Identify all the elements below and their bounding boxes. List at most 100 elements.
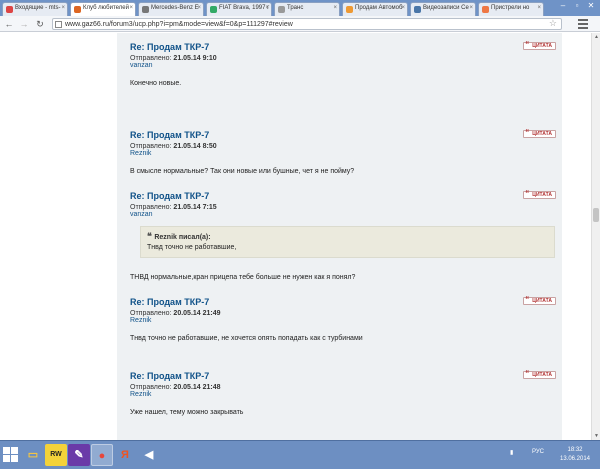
quote-icon: “ xyxy=(525,40,530,49)
clock-time: 18:32 xyxy=(567,447,583,453)
taskbar-app-purple-icon[interactable]: ✎ xyxy=(68,444,90,466)
browser-tab[interactable]: Пристрели но × xyxy=(478,2,544,16)
taskbar-chrome-icon[interactable]: ● xyxy=(91,444,113,466)
posted-label: Отправлено: xyxy=(130,310,172,317)
post-date: 21.05.14 7:15 xyxy=(173,204,217,211)
posted-label: Отправлено: xyxy=(130,384,172,391)
scroll-thumb[interactable] xyxy=(593,208,599,222)
quote-button[interactable]: “ЦИТАТА xyxy=(523,40,556,50)
bookmark-star-icon[interactable]: ☆ xyxy=(549,19,557,29)
scroll-up-icon[interactable]: ▲ xyxy=(593,33,600,41)
tab-favicon-icon xyxy=(142,6,149,13)
taskbar-clock[interactable]: 18:32 13.06.2014 xyxy=(555,446,595,464)
quote-button-label: ЦИТАТА xyxy=(532,131,552,137)
post-meta: Отправлено: 20.05.14 21:48 xyxy=(130,384,556,391)
post-title[interactable]: Re: Продам ТКР-7 xyxy=(130,130,556,140)
tab-title: FIAT Brava, 1997 г xyxy=(219,5,270,11)
post-author[interactable]: Reznik xyxy=(130,317,556,324)
back-icon[interactable]: ← xyxy=(3,18,15,30)
post-title[interactable]: Re: Продам ТКР-7 xyxy=(130,371,556,381)
minimize-icon[interactable]: – xyxy=(556,1,570,10)
network-icon[interactable]: ▮ xyxy=(510,449,513,456)
post-author[interactable]: vanzan xyxy=(130,211,556,218)
tab-close-icon[interactable]: × xyxy=(61,5,65,11)
post-author[interactable]: vanzan xyxy=(130,62,556,69)
tab-close-icon[interactable]: × xyxy=(537,5,541,11)
browser-menu-icon[interactable] xyxy=(578,19,588,29)
taskbar-app-glyph: Я xyxy=(121,449,129,461)
quote-icon: “ xyxy=(525,295,530,304)
forum-post: Re: Продам ТКР-7 Отправлено: 21.05.14 7:1… xyxy=(130,189,556,281)
forum-post: Re: Продам ТКР-7 Отправлено: 21.05.14 8:5… xyxy=(130,129,556,175)
start-windows-icon[interactable] xyxy=(3,447,19,463)
url-text: www.gaz66.ru/forum3/ucp.php?i=pm&mode=vi… xyxy=(65,21,293,28)
taskbar-app-glyph: ● xyxy=(98,450,106,462)
taskbar-app-glyph: ✎ xyxy=(74,449,84,461)
forum-post: Re: Продам ТКР-7 Отправлено: 21.05.14 9:1… xyxy=(130,40,556,87)
post-author[interactable]: Reznik xyxy=(130,391,556,398)
language-indicator[interactable]: РУС xyxy=(532,449,544,455)
quote-text: Тнвд точно не работавшие, xyxy=(147,244,237,251)
tab-favicon-icon xyxy=(6,6,13,13)
browser-tab[interactable]: Mercedes-Benz E × xyxy=(138,2,204,16)
tab-close-icon[interactable]: × xyxy=(401,5,405,11)
taskbar-explorer-icon[interactable]: ▭ xyxy=(22,444,44,466)
scroll-down-icon[interactable]: ▼ xyxy=(593,432,600,440)
quote-button[interactable]: “ЦИТАТА xyxy=(523,370,556,379)
page-icon xyxy=(55,21,62,28)
address-bar[interactable]: www.gaz66.ru/forum3/ucp.php?i=pm&mode=vi… xyxy=(52,18,562,30)
browser-toolbar: ← → ↻ www.gaz66.ru/forum3/ucp.php?i=pm&m… xyxy=(0,16,600,32)
taskbar-audio-icon[interactable]: ◀ xyxy=(138,444,160,466)
quote-button[interactable]: “ЦИТАТА xyxy=(523,189,556,199)
tab-favicon-icon xyxy=(278,6,285,13)
tab-close-icon[interactable]: × xyxy=(333,5,337,11)
browser-tab[interactable]: Продам Автомоб × xyxy=(342,2,408,16)
forum-post: Re: Продам ТКР-7 Отправлено: 20.05.14 21:… xyxy=(130,370,556,416)
tab-title: Клуб любителей xyxy=(83,5,129,11)
quote-block: ❝ Reznik писал(а): Тнвд точно не работавш… xyxy=(140,226,555,258)
post-date: 21.05.14 8:50 xyxy=(173,143,217,150)
post-meta: Отправлено: 21.05.14 8:50 xyxy=(130,143,556,150)
quote-button[interactable]: “ЦИТАТА xyxy=(523,295,556,305)
tab-close-icon[interactable]: × xyxy=(197,5,201,11)
message-review-panel: Re: Продам ТКР-7 Отправлено: 21.05.14 9:1… xyxy=(117,33,562,440)
taskbar-app-glyph: ▭ xyxy=(27,449,39,461)
browser-tab[interactable]: Видеозаписи Се × xyxy=(410,2,476,16)
clock-date: 13.06.2014 xyxy=(559,456,591,462)
vertical-scrollbar[interactable]: ▲ ▼ xyxy=(591,33,600,440)
tab-close-icon[interactable]: × xyxy=(265,5,269,11)
post-author[interactable]: Reznik xyxy=(130,150,556,157)
quote-button[interactable]: “ЦИТАТА xyxy=(523,129,556,138)
tab-close-icon[interactable]: × xyxy=(129,5,133,11)
taskbar-yandex-icon[interactable]: Я xyxy=(114,444,136,466)
post-title[interactable]: Re: Продам ТКР-7 xyxy=(130,42,556,52)
tab-close-icon[interactable]: × xyxy=(469,5,473,11)
post-text: В смысле нормальные? Так они новые или б… xyxy=(130,168,355,175)
page-viewport: Re: Продам ТКР-7 Отправлено: 21.05.14 9:1… xyxy=(0,33,591,440)
post-title[interactable]: Re: Продам ТКР-7 xyxy=(130,297,556,307)
taskbar-rw-icon[interactable]: RW xyxy=(45,444,67,466)
post-title[interactable]: Re: Продам ТКР-7 xyxy=(130,191,556,201)
tab-title: Входящие - mts- xyxy=(15,5,61,11)
browser-tab[interactable]: Клуб любителей × xyxy=(70,2,136,17)
tab-title: Продам Автомоб xyxy=(355,5,403,11)
forward-icon[interactable]: → xyxy=(18,18,30,30)
tab-favicon-icon xyxy=(414,6,421,13)
maximize-icon[interactable]: ▫ xyxy=(570,1,584,10)
post-date: 20.05.14 21:49 xyxy=(173,310,221,317)
quote-icon: “ xyxy=(525,189,530,198)
browser-tab[interactable]: Входящие - mts- × xyxy=(2,2,68,16)
taskbar-app-glyph: RW xyxy=(50,451,62,458)
browser-tab[interactable]: Транс × xyxy=(274,2,340,16)
quote-button-label: ЦИТАТА xyxy=(532,372,552,378)
tab-favicon-icon xyxy=(74,6,81,13)
tab-title: Транс xyxy=(287,5,304,11)
browser-tab[interactable]: FIAT Brava, 1997 г × xyxy=(206,2,272,16)
reload-icon[interactable]: ↻ xyxy=(34,18,46,30)
tab-favicon-icon xyxy=(346,6,353,13)
tab-title: Пристрели но xyxy=(491,5,530,11)
tab-title: Mercedes-Benz E xyxy=(151,5,199,11)
post-text: Конечно новые. xyxy=(130,80,182,87)
close-window-icon[interactable]: ✕ xyxy=(584,1,598,10)
forum-post: Re: Продам ТКР-7 Отправлено: 20.05.14 21:… xyxy=(130,295,556,342)
